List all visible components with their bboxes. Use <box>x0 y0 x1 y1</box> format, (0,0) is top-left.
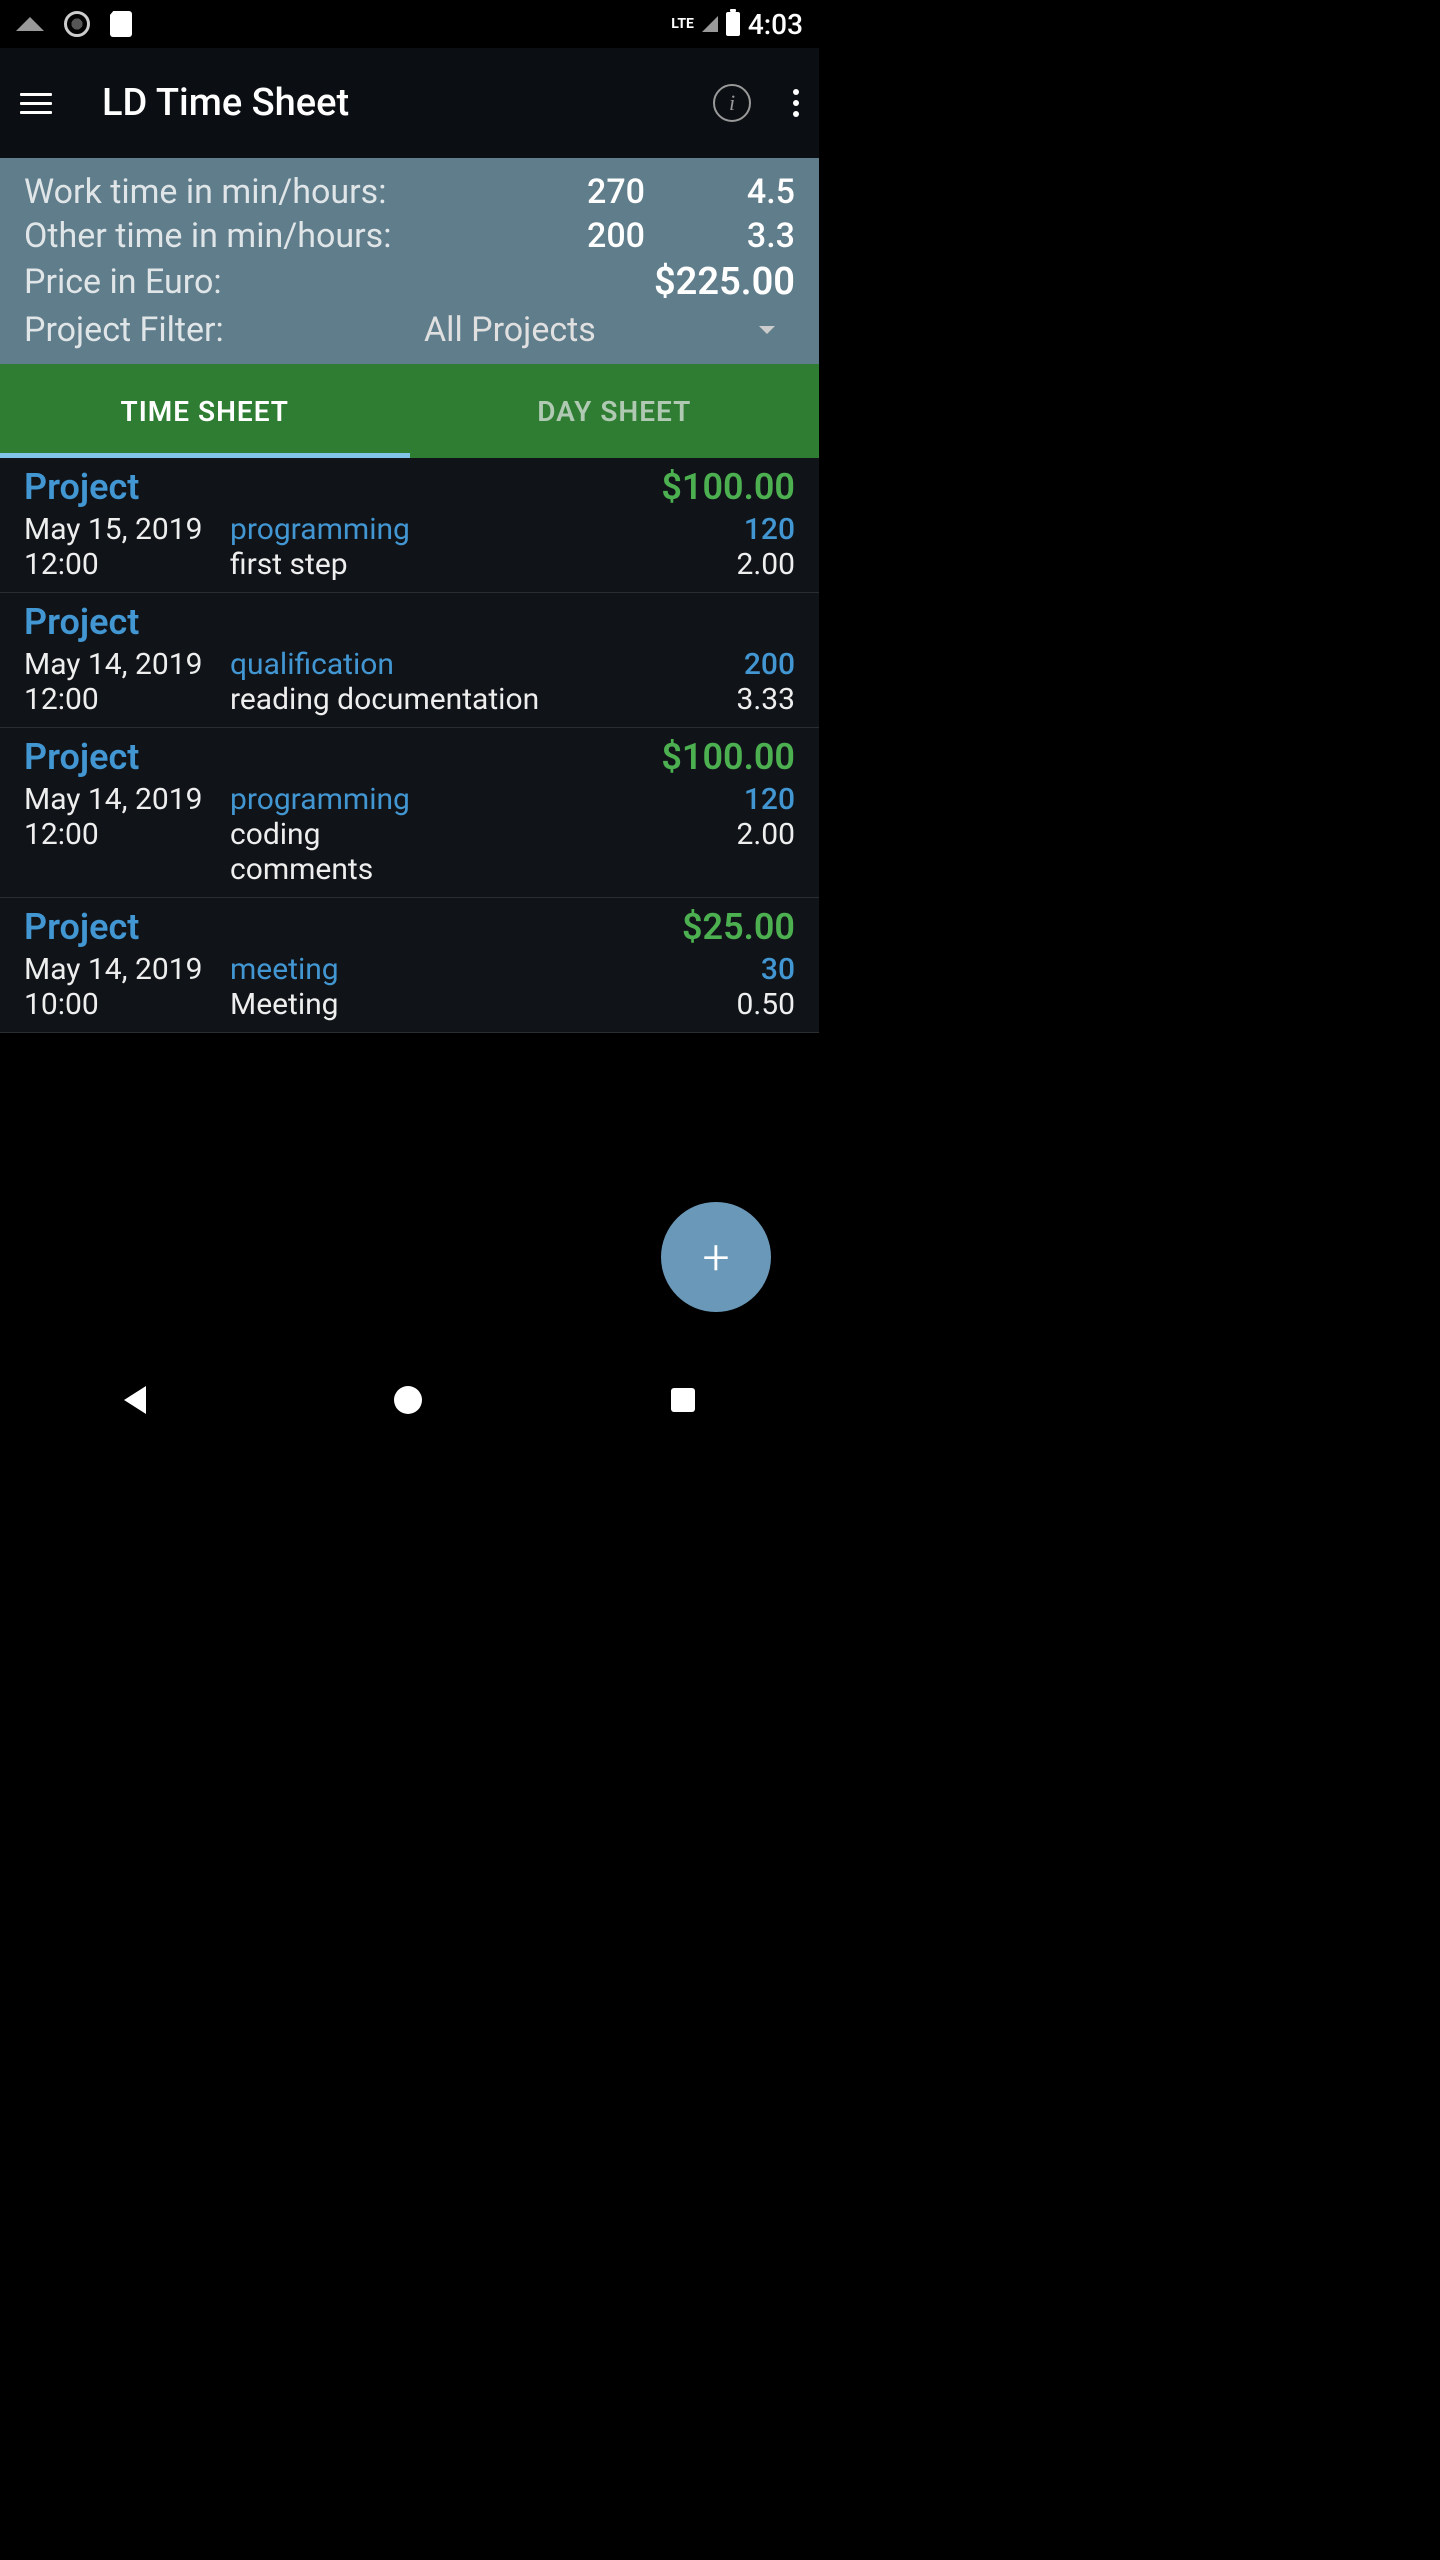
price-row: Price in Euro: $225.00 <box>24 260 795 304</box>
signal-icon <box>702 16 718 32</box>
tabs: TIME SHEET DAY SHEET <box>0 364 819 458</box>
project-name: Project <box>24 906 139 948</box>
project-name: Project <box>24 736 139 778</box>
entry-minutes: 120 <box>675 512 795 547</box>
entry-price: $100.00 <box>661 466 795 508</box>
entry-desc: coding <box>230 817 675 852</box>
entry-hours: 0.50 <box>675 987 795 1022</box>
menu-icon[interactable] <box>20 93 52 114</box>
app-bar: LD Time Sheet i <box>0 48 819 158</box>
battery-icon <box>726 12 740 36</box>
work-time-minutes: 270 <box>515 172 645 212</box>
price-label: Price in Euro: <box>24 262 654 302</box>
entry-category: qualification <box>230 647 675 682</box>
entry-hours: 2.00 <box>675 817 795 852</box>
entry-category: programming <box>230 782 675 817</box>
entry-hours: 3.33 <box>675 682 795 717</box>
work-time-hours: 4.5 <box>645 172 795 212</box>
more-icon[interactable] <box>793 89 799 117</box>
chevron-down-icon <box>759 326 775 334</box>
back-icon[interactable] <box>124 1386 146 1414</box>
list-item[interactable]: Project $100.00 May 14, 2019 programming… <box>0 728 819 898</box>
entry-category: programming <box>230 512 675 547</box>
entry-hours: 2.00 <box>675 547 795 582</box>
list-item[interactable]: Project May 14, 2019 qualification 200 1… <box>0 593 819 728</box>
entry-date: May 15, 2019 <box>24 512 230 547</box>
status-left <box>16 11 132 37</box>
entry-time: 12:00 <box>24 817 230 852</box>
summary-panel: Work time in min/hours: 270 4.5 Other ti… <box>0 158 819 364</box>
list-item[interactable]: Project $100.00 May 15, 2019 programming… <box>0 458 819 593</box>
entry-minutes: 120 <box>675 782 795 817</box>
entry-desc: Meeting <box>230 987 675 1022</box>
list-item[interactable]: Project $25.00 May 14, 2019 meeting 30 1… <box>0 898 819 1033</box>
entry-minutes: 30 <box>675 952 795 987</box>
info-icon[interactable]: i <box>713 84 751 122</box>
tab-time-sheet[interactable]: TIME SHEET <box>0 364 410 458</box>
project-name: Project <box>24 601 139 643</box>
filter-row: Project Filter: All Projects <box>24 310 795 350</box>
project-filter-dropdown[interactable]: All Projects <box>224 310 795 350</box>
add-button[interactable]: + <box>661 1202 771 1312</box>
sd-card-icon <box>110 11 132 37</box>
tab-day-sheet[interactable]: DAY SHEET <box>410 364 820 458</box>
page-title: LD Time Sheet <box>102 81 713 125</box>
other-time-label: Other time in min/hours: <box>24 216 515 256</box>
entry-minutes: 200 <box>675 647 795 682</box>
entry-extra: comments <box>230 852 675 887</box>
wifi-icon <box>16 17 44 31</box>
project-name: Project <box>24 466 139 508</box>
lte-label: LTE <box>671 16 694 32</box>
entry-price: $100.00 <box>661 736 795 778</box>
clock-text: 4:03 <box>748 8 803 41</box>
price-value: $225.00 <box>654 260 795 304</box>
status-right: LTE 4:03 <box>671 8 803 41</box>
filter-value: All Projects <box>424 310 596 350</box>
filter-label: Project Filter: <box>24 310 224 350</box>
other-time-hours: 3.3 <box>645 216 795 256</box>
other-time-row: Other time in min/hours: 200 3.3 <box>24 216 795 256</box>
home-icon[interactable] <box>394 1386 422 1414</box>
entries-list: Project $100.00 May 15, 2019 programming… <box>0 458 819 1033</box>
entry-price: $25.00 <box>682 906 795 948</box>
entry-desc: first step <box>230 547 675 582</box>
entry-time: 12:00 <box>24 547 230 582</box>
entry-date: May 14, 2019 <box>24 952 230 987</box>
recent-icon[interactable] <box>671 1388 695 1412</box>
circle-status-icon <box>64 11 90 37</box>
entry-time: 10:00 <box>24 987 230 1022</box>
entry-desc: reading documentation <box>230 682 675 717</box>
entry-time: 12:00 <box>24 682 230 717</box>
other-time-minutes: 200 <box>515 216 645 256</box>
nav-bar <box>0 1360 819 1440</box>
work-time-row: Work time in min/hours: 270 4.5 <box>24 172 795 212</box>
entry-date: May 14, 2019 <box>24 782 230 817</box>
work-time-label: Work time in min/hours: <box>24 172 515 212</box>
entry-date: May 14, 2019 <box>24 647 230 682</box>
entry-category: meeting <box>230 952 675 987</box>
status-bar: LTE 4:03 <box>0 0 819 48</box>
